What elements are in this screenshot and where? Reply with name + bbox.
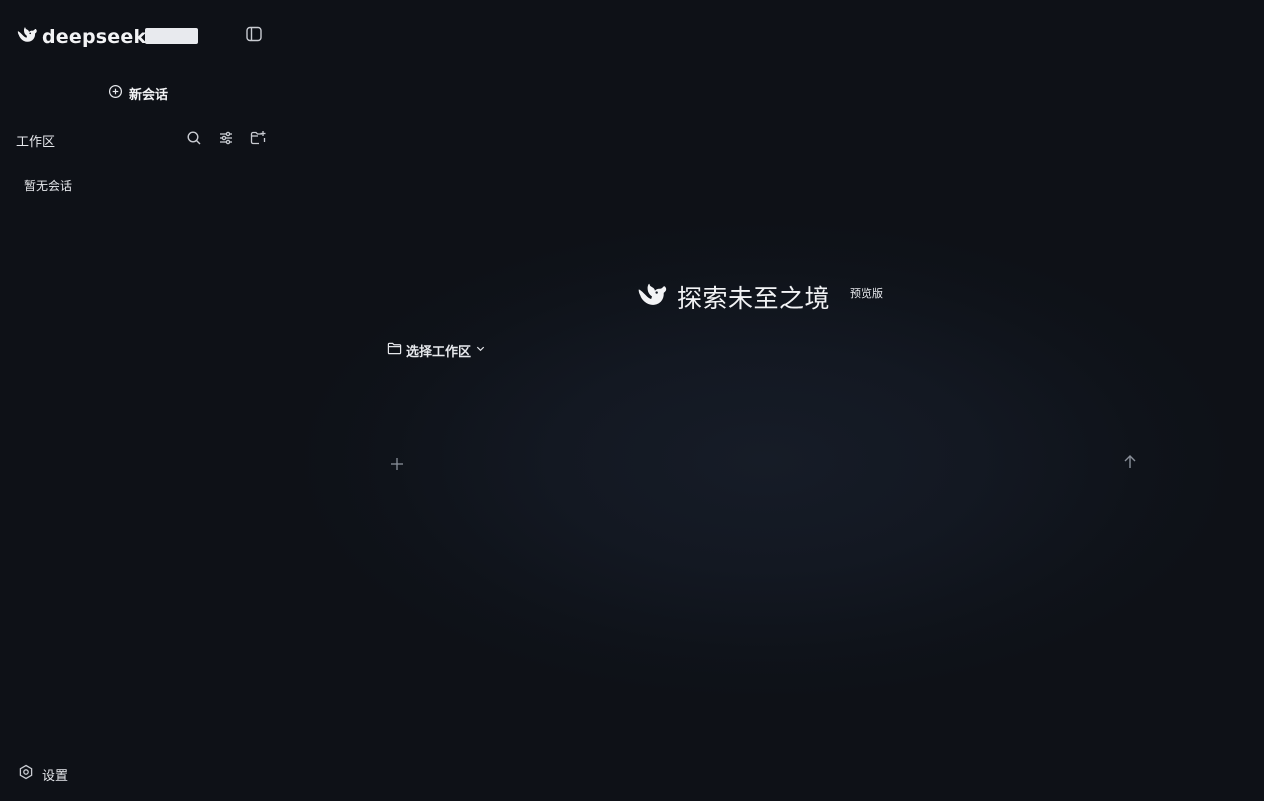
settings-button[interactable]: 设置 xyxy=(18,764,68,784)
new-chat-button[interactable]: 新会话 xyxy=(108,83,168,103)
plus-circle-icon xyxy=(108,84,123,103)
filter-button[interactable] xyxy=(218,130,234,150)
settings-label: 设置 xyxy=(42,768,69,784)
brand-logo[interactable]: deepseek xyxy=(16,24,146,50)
new-chat-label: 新会话 xyxy=(129,87,169,103)
workspace-header: 工作区 xyxy=(16,130,266,150)
sidebar-toggle-icon xyxy=(245,25,263,47)
version-badge xyxy=(145,28,198,44)
new-folder-icon xyxy=(250,130,266,150)
message-input[interactable] xyxy=(390,390,1130,440)
workspace-select-label: 选择工作区 xyxy=(406,344,472,360)
filter-icon xyxy=(218,130,234,150)
preview-badge: 预览版 xyxy=(850,287,883,300)
workspace-title: 工作区 xyxy=(16,134,56,150)
sidebar-toggle-button[interactable] xyxy=(244,26,264,46)
whale-icon xyxy=(16,24,38,50)
plus-icon xyxy=(390,456,404,475)
main-panel: 探索未至之境 预览版 选择工作区 xyxy=(280,0,1264,801)
chevron-down-icon xyxy=(475,343,486,358)
hero-title: 探索未至之境 xyxy=(677,284,831,313)
empty-conversations-text: 暂无会话 xyxy=(24,179,73,193)
new-folder-button[interactable] xyxy=(250,130,266,150)
gear-icon xyxy=(18,764,34,784)
whale-icon xyxy=(635,279,669,315)
sidebar: deepseek 新会话 工作区 暂无会话 设置 xyxy=(0,0,280,801)
workspace-select[interactable]: 选择工作区 xyxy=(387,340,486,360)
hero-heading: 探索未至之境 xyxy=(635,280,830,314)
workspace-actions xyxy=(186,130,266,150)
attach-button[interactable] xyxy=(388,456,406,474)
search-button[interactable] xyxy=(186,130,202,150)
folder-icon xyxy=(387,341,402,360)
search-icon xyxy=(186,130,202,150)
message-composer xyxy=(370,378,1160,488)
app-window: deepseek 新会话 工作区 暂无会话 设置 探索未至之境 预览版 选择工作… xyxy=(0,0,1264,801)
send-button[interactable] xyxy=(1120,454,1140,474)
arrow-up-icon xyxy=(1122,454,1138,474)
brand-name: deepseek xyxy=(42,26,147,48)
